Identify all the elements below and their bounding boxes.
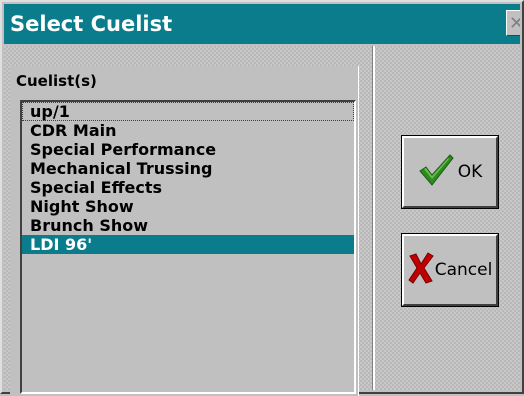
cancel-button[interactable]: Cancel — [401, 233, 499, 307]
cuelist-listbox[interactable]: up/1 CDR Main Special Performance Mechan… — [20, 100, 356, 394]
list-item[interactable]: Night Show — [22, 197, 354, 216]
ok-button-label: OK — [457, 162, 483, 182]
checkmark-icon — [418, 153, 454, 192]
x-mark-icon — [408, 251, 434, 289]
list-item[interactable]: Special Effects — [22, 178, 354, 197]
list-item[interactable]: Special Performance — [22, 140, 354, 159]
list-item[interactable]: Brunch Show — [22, 216, 354, 235]
list-item[interactable]: Mechanical Trussing — [22, 159, 354, 178]
close-icon[interactable]: ✕ — [506, 10, 520, 36]
cancel-button-label: Cancel — [434, 260, 493, 280]
list-item[interactable]: CDR Main — [22, 121, 354, 140]
ok-button[interactable]: OK — [401, 135, 499, 209]
select-cuelist-dialog: Select Cuelist ✕ Cuelist(s) up/1 CDR Mai… — [0, 0, 524, 396]
window-title: Select Cuelist — [10, 12, 173, 36]
cuelist-label: Cuelist(s) — [16, 72, 97, 90]
panel-divider — [372, 46, 375, 390]
title-bar[interactable]: Select Cuelist ✕ — [4, 4, 520, 44]
list-item-selected[interactable]: LDI 96' — [22, 235, 354, 254]
list-item[interactable]: up/1 — [22, 102, 354, 121]
cuelist-panel: Cuelist(s) up/1 CDR Main Special Perform… — [10, 66, 359, 396]
dialog-body: Cuelist(s) up/1 CDR Main Special Perform… — [4, 46, 520, 396]
